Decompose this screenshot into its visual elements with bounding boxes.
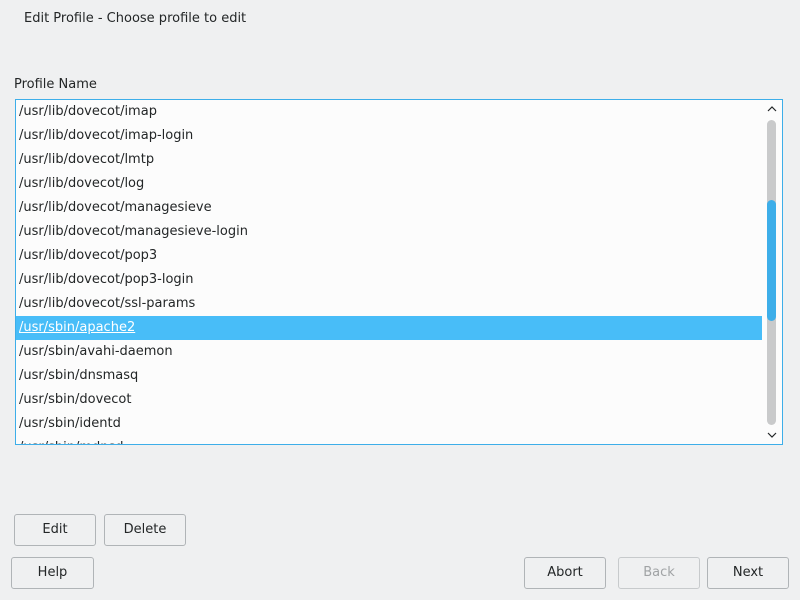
list-item[interactable]: /usr/sbin/dnsmasq [16, 364, 762, 388]
list-item-label: /usr/lib/dovecot/ssl-params [19, 296, 196, 311]
list-item-label: /usr/sbin/dnsmasq [19, 368, 139, 383]
list-item-label: /usr/sbin/identd [19, 416, 121, 431]
list-item-label: /usr/sbin/dovecot [19, 392, 132, 407]
back-button: Back [618, 557, 700, 589]
scrollbar-track[interactable] [767, 120, 776, 425]
list-item[interactable]: /usr/sbin/apache2 [16, 316, 762, 340]
profile-name-label: Profile Name [14, 77, 97, 92]
list-item-label: /usr/lib/dovecot/managesieve [19, 200, 212, 215]
list-item[interactable]: /usr/sbin/avahi-daemon [16, 340, 762, 364]
next-button[interactable]: Next [707, 557, 789, 589]
dialog-window: Edit Profile - Choose profile to edit Pr… [0, 0, 800, 600]
scrollbar-thumb[interactable] [767, 200, 776, 321]
list-item[interactable]: /usr/lib/dovecot/log [16, 172, 762, 196]
list-item[interactable]: /usr/sbin/mdnsd [16, 436, 762, 444]
list-item-label: /usr/sbin/apache2 [19, 320, 136, 335]
chevron-down-icon[interactable] [766, 429, 778, 441]
list-item-label: /usr/lib/dovecot/pop3 [19, 248, 158, 263]
list-item-label: /usr/lib/dovecot/log [19, 176, 145, 191]
dialog-title: Edit Profile - Choose profile to edit [24, 11, 247, 26]
list-item-label: /usr/lib/dovecot/imap-login [19, 128, 194, 143]
list-item[interactable]: /usr/lib/dovecot/ssl-params [16, 292, 762, 316]
list-item-label: /usr/lib/dovecot/imap [19, 104, 157, 119]
list-item[interactable]: /usr/lib/dovecot/pop3 [16, 244, 762, 268]
chevron-up-icon[interactable] [766, 103, 778, 115]
help-button[interactable]: Help [11, 557, 94, 589]
edit-button[interactable]: Edit [14, 514, 96, 546]
list-item[interactable]: /usr/sbin/identd [16, 412, 762, 436]
delete-button[interactable]: Delete [104, 514, 186, 546]
list-item[interactable]: /usr/lib/dovecot/managesieve [16, 196, 762, 220]
list-item[interactable]: /usr/lib/dovecot/imap [16, 100, 762, 124]
list-item[interactable]: /usr/sbin/dovecot [16, 388, 762, 412]
profile-list[interactable]: /usr/lib/dovecot/imap/usr/lib/dovecot/im… [15, 99, 783, 445]
list-item[interactable]: /usr/lib/dovecot/pop3-login [16, 268, 762, 292]
profile-list-rows: /usr/lib/dovecot/imap/usr/lib/dovecot/im… [16, 100, 762, 444]
list-item[interactable]: /usr/lib/dovecot/managesieve-login [16, 220, 762, 244]
abort-button[interactable]: Abort [524, 557, 606, 589]
vertical-scrollbar[interactable] [762, 100, 782, 444]
list-item[interactable]: /usr/lib/dovecot/imap-login [16, 124, 762, 148]
list-item[interactable]: /usr/lib/dovecot/lmtp [16, 148, 762, 172]
list-item-label: /usr/lib/dovecot/pop3-login [19, 272, 194, 287]
list-item-label: /usr/sbin/avahi-daemon [19, 344, 173, 359]
list-item-label: /usr/sbin/mdnsd [19, 440, 124, 444]
list-item-label: /usr/lib/dovecot/lmtp [19, 152, 155, 167]
list-item-label: /usr/lib/dovecot/managesieve-login [19, 224, 248, 239]
